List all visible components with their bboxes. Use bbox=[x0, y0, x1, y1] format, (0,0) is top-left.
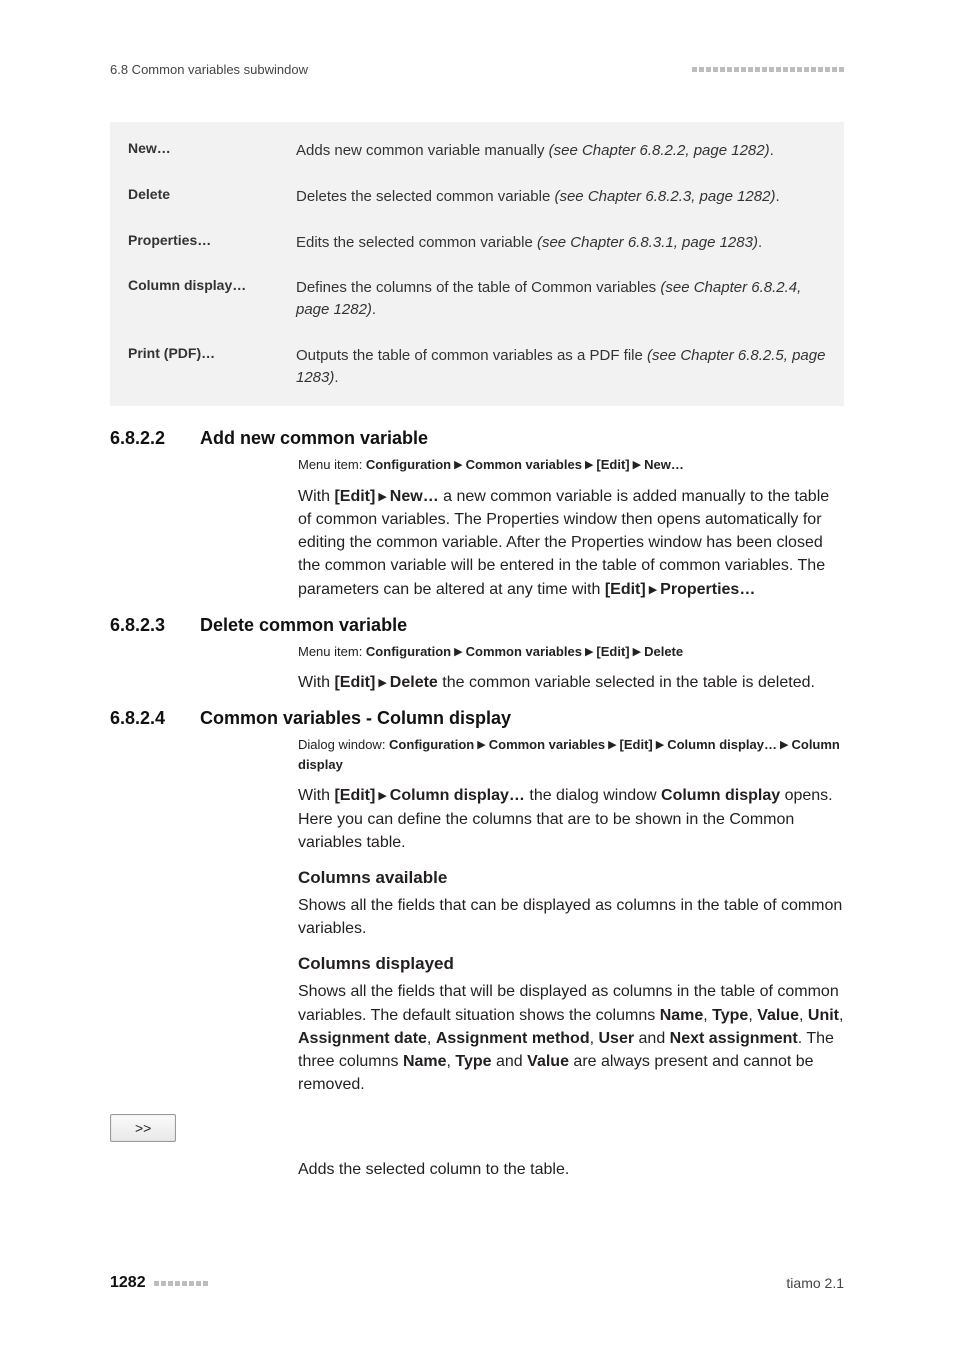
def-term: Delete bbox=[128, 186, 296, 202]
section-number: 6.8.2.3 bbox=[110, 615, 200, 636]
section-number: 6.8.2.2 bbox=[110, 428, 200, 449]
chevron-right-icon: ▶ bbox=[780, 737, 788, 754]
sub-heading-columns-available: Columns available bbox=[298, 868, 844, 888]
menu-path: Menu item: Configuration▶Common variable… bbox=[298, 455, 844, 475]
def-term: New… bbox=[128, 140, 296, 156]
dialog-path: Dialog window: Configuration▶Common vari… bbox=[298, 735, 844, 774]
chevron-right-icon: ▶ bbox=[649, 583, 657, 599]
page-number: 1282 bbox=[110, 1274, 208, 1292]
sub-heading-columns-displayed: Columns displayed bbox=[298, 954, 844, 974]
def-row: Delete Deletes the selected common varia… bbox=[128, 174, 826, 220]
chevron-right-icon: ▶ bbox=[656, 737, 664, 754]
chevron-right-icon: ▶ bbox=[608, 737, 616, 754]
chevron-right-icon: ▶ bbox=[477, 737, 485, 754]
footer-ornament bbox=[154, 1281, 208, 1286]
menu-path: Menu item: Configuration▶Common variable… bbox=[298, 642, 844, 662]
section-heading: 6.8.2.4 Common variables - Column displa… bbox=[110, 708, 844, 729]
def-term: Print (PDF)… bbox=[128, 345, 296, 361]
section-title: Add new common variable bbox=[200, 428, 844, 449]
definition-list: New… Adds new common variable manually (… bbox=[110, 122, 844, 406]
section-add-new-common-variable: 6.8.2.2 Add new common variable Menu ite… bbox=[110, 428, 844, 600]
def-desc: Adds new common variable manually (see C… bbox=[296, 140, 826, 162]
page-footer: 1282 tiamo 2.1 bbox=[110, 1274, 844, 1292]
page-header: 6.8 Common variables subwindow bbox=[110, 62, 844, 77]
section-body: With [Edit]▶Delete the common variable s… bbox=[298, 671, 844, 694]
def-term: Column display… bbox=[128, 277, 296, 293]
chevron-right-icon: ▶ bbox=[378, 490, 386, 506]
def-desc: Outputs the table of common variables as… bbox=[296, 345, 826, 389]
chevron-right-icon: ▶ bbox=[378, 676, 386, 692]
section-column-display: 6.8.2.4 Common variables - Column displa… bbox=[110, 708, 844, 1181]
add-column-button[interactable]: >> bbox=[110, 1114, 176, 1142]
columns-displayed-text: Shows all the fields that will be displa… bbox=[298, 980, 844, 1096]
section-heading: 6.8.2.2 Add new common variable bbox=[110, 428, 844, 449]
footer-product: tiamo 2.1 bbox=[786, 1275, 844, 1291]
chevron-right-icon: ▶ bbox=[378, 789, 386, 805]
chevron-right-icon: ▶ bbox=[633, 644, 641, 661]
def-row: Column display… Defines the columns of t… bbox=[128, 265, 826, 333]
section-number: 6.8.2.4 bbox=[110, 708, 200, 729]
chevron-right-icon: ▶ bbox=[585, 644, 593, 661]
def-desc: Defines the columns of the table of Comm… bbox=[296, 277, 826, 321]
section-title: Common variables - Column display bbox=[200, 708, 844, 729]
def-term: Properties… bbox=[128, 232, 296, 248]
header-section: 6.8 Common variables subwindow bbox=[110, 62, 308, 77]
def-desc: Edits the selected common variable (see … bbox=[296, 232, 826, 254]
section-title: Delete common variable bbox=[200, 615, 844, 636]
section-delete-common-variable: 6.8.2.3 Delete common variable Menu item… bbox=[110, 615, 844, 695]
def-desc: Deletes the selected common variable (se… bbox=[296, 186, 826, 208]
header-ornament bbox=[692, 67, 844, 72]
section-body: With [Edit]▶New… a new common variable i… bbox=[298, 485, 844, 601]
chevron-right-icon: ▶ bbox=[633, 457, 641, 474]
def-row: Print (PDF)… Outputs the table of common… bbox=[128, 333, 826, 389]
columns-available-text: Shows all the fields that can be display… bbox=[298, 894, 844, 940]
def-row: New… Adds new common variable manually (… bbox=[128, 140, 826, 174]
chevron-right-icon: ▶ bbox=[454, 644, 462, 661]
def-row: Properties… Edits the selected common va… bbox=[128, 220, 826, 266]
chevron-right-icon: ▶ bbox=[454, 457, 462, 474]
section-body: With [Edit]▶Column display… the dialog w… bbox=[298, 784, 844, 854]
section-heading: 6.8.2.3 Delete common variable bbox=[110, 615, 844, 636]
chevron-right-icon: ▶ bbox=[585, 457, 593, 474]
add-column-text: Adds the selected column to the table. bbox=[298, 1158, 844, 1181]
